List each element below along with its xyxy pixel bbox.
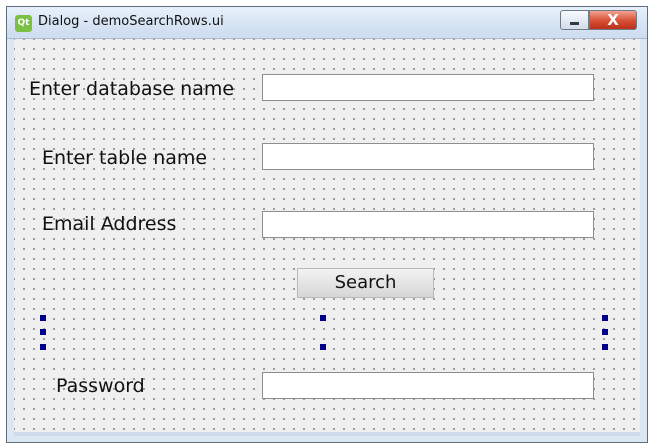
email-address-label: Email Address <box>42 213 177 235</box>
table-name-label: Enter table name <box>42 147 208 169</box>
email-address-input[interactable] <box>262 211 594 238</box>
selection-handle[interactable] <box>40 315 46 321</box>
close-button[interactable]: X <box>589 10 637 30</box>
minimize-button[interactable] <box>560 10 589 30</box>
search-button[interactable]: Search <box>297 268 434 298</box>
selection-handle[interactable] <box>320 315 326 321</box>
selection-handle[interactable] <box>320 344 326 350</box>
window-title: Dialog - demoSearchRows.ui <box>38 14 224 29</box>
password-input[interactable] <box>262 372 594 399</box>
selection-handle[interactable] <box>602 344 608 350</box>
dialog-window: Qt Dialog - demoSearchRows.ui X Enter da… <box>6 6 648 443</box>
title-bar[interactable]: Qt Dialog - demoSearchRows.ui X <box>7 7 647 39</box>
selection-handle[interactable] <box>40 329 46 335</box>
window-bottom-border <box>14 432 640 436</box>
password-label: Password <box>56 375 145 397</box>
selection-handle[interactable] <box>602 329 608 335</box>
dialog-form-canvas: Enter database name Enter table name Ema… <box>14 39 640 436</box>
qt-logo-icon: Qt <box>15 15 32 32</box>
close-icon: X <box>607 11 619 29</box>
table-name-input[interactable] <box>262 143 594 170</box>
selection-handle[interactable] <box>602 315 608 321</box>
selection-handle[interactable] <box>40 344 46 350</box>
database-name-input[interactable] <box>262 74 594 101</box>
minimize-icon <box>570 22 579 25</box>
database-name-label: Enter database name <box>29 78 235 100</box>
